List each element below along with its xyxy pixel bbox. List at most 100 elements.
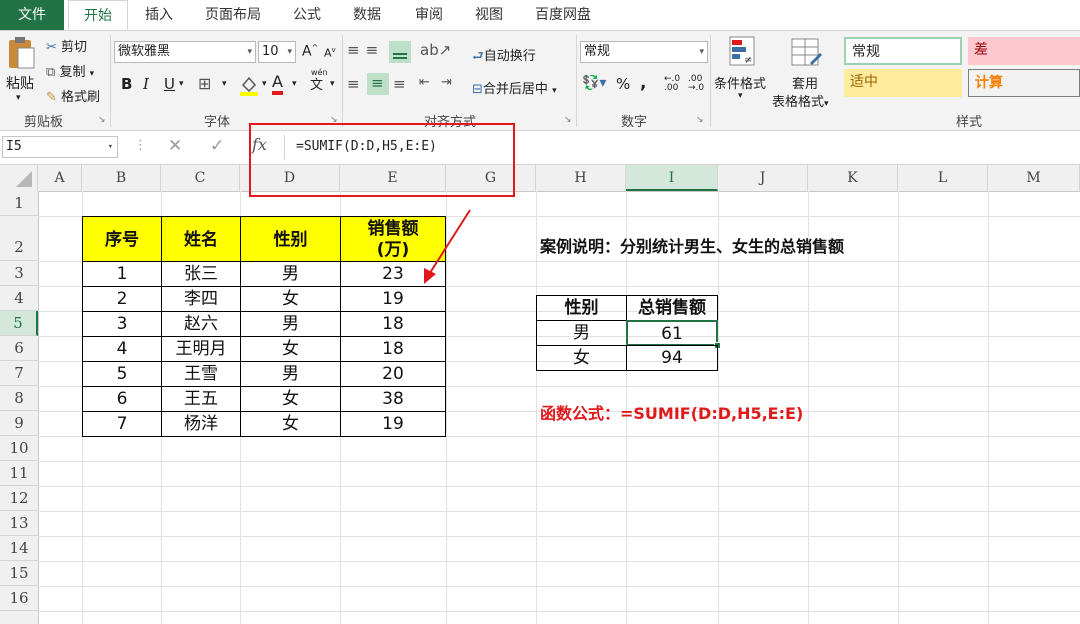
table-cell-no[interactable]: 4 (82, 336, 162, 362)
row-header-6[interactable]: 6 (0, 336, 38, 361)
summary-header-gender[interactable]: 性别 (536, 295, 627, 321)
table-format-label-1[interactable]: 套用 (792, 73, 818, 92)
alignment-launcher-icon[interactable]: ↘ (564, 115, 572, 125)
shrink-font-button[interactable]: Av (324, 46, 336, 60)
summary-cell-female-total[interactable]: 94 (626, 345, 718, 371)
row-header-14[interactable]: 14 (0, 536, 38, 561)
merge-center-button[interactable]: ⊟合并后居中 ▾ (472, 78, 557, 97)
name-box[interactable]: I5 ▾ (2, 136, 118, 158)
paste-dropdown-icon[interactable]: ▾ (16, 93, 21, 103)
row-header-9[interactable]: 9 (0, 411, 38, 436)
orientation-icon[interactable]: ab↗ (420, 41, 451, 59)
font-size-select[interactable]: 10 ▾ (258, 41, 296, 63)
number-format-select[interactable]: 常规 ▾ (580, 41, 708, 63)
row-header-12[interactable]: 12 (0, 486, 38, 511)
align-center-button[interactable]: ≡ (367, 73, 389, 95)
row-header-15[interactable]: 15 (0, 561, 38, 586)
table-cell-name[interactable]: 赵六 (161, 311, 241, 337)
table-cell-no[interactable]: 3 (82, 311, 162, 337)
cancel-icon[interactable]: ✕ (168, 136, 182, 156)
bold-button[interactable]: B (121, 75, 132, 93)
table-cell-sales[interactable]: 19 (340, 411, 446, 437)
clipboard-launcher-icon[interactable]: ↘ (98, 115, 106, 125)
row-header-2[interactable]: 2 (0, 216, 38, 261)
summary-header-total[interactable]: 总销售额 (626, 295, 718, 321)
table-cell-gender[interactable]: 女 (240, 336, 341, 362)
border-dropdown-icon[interactable]: ▾ (222, 79, 227, 89)
col-header-l[interactable]: L (898, 165, 988, 191)
font-color-button[interactable]: A (272, 73, 283, 95)
style-bad[interactable]: 差 (968, 37, 1080, 65)
table-cell-sales[interactable]: 20 (340, 361, 446, 387)
row-header-13[interactable]: 13 (0, 511, 38, 536)
fill-dropdown-icon[interactable]: ▾ (262, 79, 267, 89)
tab-page-layout[interactable]: 页面布局 (196, 0, 270, 30)
table-cell-no[interactable]: 5 (82, 361, 162, 387)
table-cell-sales[interactable]: 18 (340, 336, 446, 362)
col-header-j[interactable]: J (718, 165, 808, 191)
tab-data[interactable]: 数据 (340, 0, 394, 30)
enter-icon[interactable]: ✓ (210, 136, 224, 156)
table-cell-no[interactable]: 2 (82, 286, 162, 312)
border-icon[interactable]: ⊞ (198, 74, 211, 93)
formula-note[interactable]: 函数公式：=SUMIF(D:D,H5,E:E) (540, 400, 803, 424)
col-header-h[interactable]: H (536, 165, 626, 191)
summary-cell-male-total-selected[interactable]: 61 (626, 320, 718, 346)
italic-button[interactable]: I (143, 75, 149, 93)
paste-button[interactable]: 粘贴 (6, 73, 34, 93)
row-header-10[interactable]: 10 (0, 436, 38, 461)
table-cell-gender[interactable]: 女 (240, 386, 341, 412)
header-cell-gender[interactable]: 性别 (240, 216, 341, 262)
row-header-4[interactable]: 4 (0, 286, 38, 311)
case-description[interactable]: 案例说明：分别统计男生、女生的总销售额 (540, 233, 844, 257)
table-cell-no[interactable]: 6 (82, 386, 162, 412)
tab-view[interactable]: 视图 (462, 0, 516, 30)
summary-cell-female[interactable]: 女 (536, 345, 627, 371)
table-format-button[interactable]: 表格格式▾ (772, 91, 829, 110)
decrease-decimal-icon[interactable]: .00 →.0 (688, 75, 704, 93)
underline-button[interactable]: U (164, 75, 175, 93)
indent-increase-icon[interactable]: ⇥ (441, 75, 452, 90)
conditional-dropdown-icon[interactable]: ▾ (738, 91, 743, 101)
table-cell-gender[interactable]: 女 (240, 411, 341, 437)
comma-button[interactable]: , (640, 73, 646, 93)
vertical-align-icons[interactable]: ≡≡ (347, 41, 384, 59)
phonetic-button[interactable]: wén 文 (310, 68, 328, 93)
col-header-b[interactable]: B (82, 165, 161, 191)
table-cell-gender[interactable]: 男 (240, 261, 341, 287)
grow-font-button[interactable]: A^ (302, 43, 318, 60)
table-cell-name[interactable]: 张三 (161, 261, 241, 287)
underline-dropdown-icon[interactable]: ▾ (179, 79, 184, 89)
table-cell-name[interactable]: 王明月 (161, 336, 241, 362)
col-header-m[interactable]: M (988, 165, 1080, 191)
header-cell-name[interactable]: 姓名 (161, 216, 241, 262)
tab-file[interactable]: 文件 (0, 0, 64, 30)
indent-decrease-icon[interactable]: ⇤ (419, 75, 430, 90)
bottom-align-button[interactable] (389, 41, 411, 63)
table-cell-sales[interactable]: 18 (340, 311, 446, 337)
percent-button[interactable]: % (616, 75, 630, 93)
row-header-7[interactable]: 7 (0, 361, 38, 386)
table-cell-gender[interactable]: 男 (240, 361, 341, 387)
table-cell-gender[interactable]: 女 (240, 286, 341, 312)
align-right-icon[interactable]: ≡ (393, 75, 406, 93)
increase-decimal-icon[interactable]: ←.0.00 (664, 75, 680, 93)
tab-baidu-netdisk[interactable]: 百度网盘 (524, 0, 602, 30)
style-normal[interactable]: 常规 (844, 37, 962, 65)
phonetic-dropdown-icon[interactable]: ▾ (330, 79, 335, 89)
align-left-icon[interactable]: ≡ (347, 75, 360, 93)
tab-formulas[interactable]: 公式 (280, 0, 334, 30)
header-cell-no[interactable]: 序号 (82, 216, 162, 262)
col-header-c[interactable]: C (161, 165, 240, 191)
font-name-select[interactable]: 微软雅黑 ▾ (114, 41, 256, 63)
summary-cell-male[interactable]: 男 (536, 320, 627, 346)
format-painter-button[interactable]: ✎ 格式刷 (46, 86, 100, 105)
row-header-16[interactable]: 16 (0, 586, 38, 611)
copy-button[interactable]: ⧉ 复制 ▾ (46, 61, 94, 80)
fill-color-icon[interactable] (238, 73, 260, 97)
row-header-11[interactable]: 11 (0, 461, 38, 486)
row-header-8[interactable]: 8 (0, 386, 38, 411)
table-cell-no[interactable]: 1 (82, 261, 162, 287)
tab-insert[interactable]: 插入 (132, 0, 186, 30)
accounting-format-icon[interactable]: 💱▾ (582, 75, 606, 91)
